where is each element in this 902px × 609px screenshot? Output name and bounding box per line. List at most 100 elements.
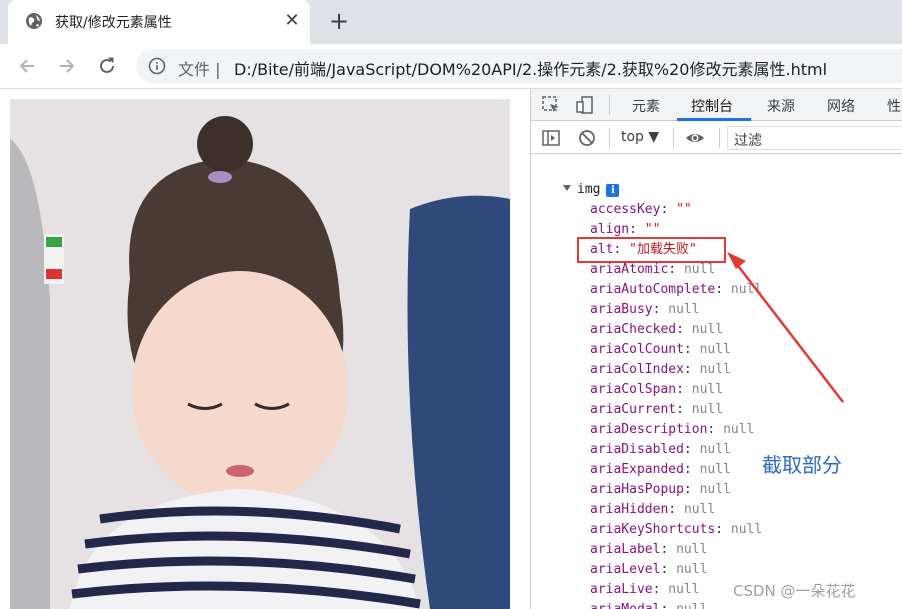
property-key: ariaDescription	[590, 422, 708, 437]
active-tab-indicator	[677, 118, 751, 121]
tab-sources[interactable]: 来源	[767, 96, 795, 116]
property-key: ariaAtomic	[590, 262, 669, 277]
device-toolbar-icon[interactable]	[575, 95, 595, 115]
property-row[interactable]: ariaModal: null	[590, 600, 707, 609]
property-value: null	[699, 482, 731, 497]
property-key: ariaKeyShortcuts	[590, 522, 716, 537]
tab-console[interactable]: 控制台	[691, 96, 733, 116]
url-text[interactable]: D:/Bite/前端/JavaScript/DOM%20API/2.操作元素/2…	[234, 56, 827, 80]
property-colon: :	[683, 462, 700, 477]
info-circle-icon[interactable]	[148, 57, 166, 75]
property-row[interactable]: ariaAutoComplete: null	[590, 280, 762, 300]
property-colon: :	[660, 542, 677, 557]
divider	[673, 128, 674, 148]
property-value: null	[676, 542, 708, 557]
property-row[interactable]: accessKey: ""	[590, 200, 692, 220]
devtools-tabbar: 元素 控制台 来源 网络 性	[531, 89, 902, 121]
filter-input[interactable]: 过滤	[727, 126, 902, 150]
property-value: null	[699, 362, 731, 377]
close-icon[interactable]: ✕	[282, 11, 302, 31]
property-colon: :	[660, 202, 677, 217]
eye-icon[interactable]	[685, 128, 705, 148]
plus-icon[interactable]: +	[326, 8, 352, 34]
property-key: ariaColCount	[590, 342, 684, 357]
property-colon: :	[683, 342, 700, 357]
globe-icon	[26, 13, 42, 29]
browser-tab[interactable]: 获取/修改元素属性 ✕	[8, 0, 310, 44]
forward-arrow-icon[interactable]	[56, 55, 78, 77]
inspect-element-icon[interactable]	[541, 95, 561, 115]
property-colon: :	[660, 562, 677, 577]
property-key: ariaColIndex	[590, 362, 684, 377]
tab-performance[interactable]: 性	[887, 96, 901, 116]
property-row[interactable]: ariaHasPopup: null	[590, 480, 731, 500]
property-row[interactable]: ariaColSpan: null	[590, 380, 723, 400]
property-value: null	[691, 322, 724, 337]
property-value: null	[691, 402, 724, 417]
property-row[interactable]: ariaLabel: null	[590, 540, 707, 560]
property-colon: :	[660, 602, 676, 609]
reload-icon[interactable]	[96, 55, 118, 77]
property-value: null	[699, 342, 731, 357]
sidebar-toggle-icon[interactable]	[541, 128, 561, 148]
property-row[interactable]: ariaAtomic: null	[590, 260, 715, 280]
property-colon: :	[683, 482, 700, 497]
property-row[interactable]: ariaBusy: null	[590, 300, 700, 320]
tab-network[interactable]: 网络	[827, 96, 855, 116]
divider	[609, 128, 610, 148]
property-key: ariaColSpan	[590, 382, 677, 397]
watermark: CSDN @一朵花花	[733, 582, 856, 600]
property-value: null	[668, 302, 700, 317]
tab-elements[interactable]: 元素	[632, 96, 660, 116]
console-output: img i accessKey: "" align: "" alt: "加载失败" ar…	[531, 155, 902, 609]
property-row[interactable]: ariaColCount: null	[590, 340, 731, 360]
address-bar[interactable]: 文件 | D:/Bite/前端/JavaScript/DOM%20API/2.操…	[136, 49, 902, 83]
property-row[interactable]: ariaDisabled: null	[590, 440, 731, 460]
tab-strip: 获取/修改元素属性 ✕ +	[0, 0, 902, 44]
property-value: ""	[676, 202, 692, 217]
tab-title: 获取/修改元素属性	[55, 15, 172, 31]
property-row[interactable]: ariaKeyShortcuts: null	[590, 520, 762, 540]
property-colon: :	[668, 262, 684, 277]
property-colon: :	[629, 222, 645, 237]
annotation-label: 截取部分	[762, 453, 842, 477]
property-row[interactable]: ariaChecked: null	[590, 320, 723, 340]
property-colon: :	[676, 402, 692, 417]
property-key: accessKey	[590, 202, 661, 217]
object-header[interactable]: img i	[563, 182, 620, 200]
expand-arrow-icon[interactable]	[563, 185, 571, 191]
property-row[interactable]: ariaExpanded: null	[590, 460, 731, 480]
filter-placeholder: 过滤	[734, 133, 762, 149]
property-key: align	[590, 222, 630, 237]
property-value: null	[676, 602, 707, 609]
property-key: ariaHasPopup	[590, 482, 684, 497]
divider	[609, 95, 610, 115]
property-row[interactable]: ariaCurrent: null	[590, 400, 723, 420]
property-row[interactable]: ariaLive: null	[590, 580, 700, 600]
property-row[interactable]: ariaColIndex: null	[590, 360, 731, 380]
clear-console-icon[interactable]	[577, 128, 597, 148]
devtools-panel: 元素 控制台 来源 网络 性 top ▼ 过滤 img i accessKey:…	[530, 89, 902, 609]
scheme-label: 文件 |	[178, 60, 221, 79]
property-key: ariaAutoComplete	[590, 282, 716, 297]
info-badge-icon[interactable]: i	[606, 184, 620, 197]
property-row[interactable]: ariaDescription: null	[590, 420, 754, 440]
property-key: ariaChecked	[590, 322, 677, 337]
context-selector[interactable]: top ▼	[621, 129, 659, 145]
property-row[interactable]: ariaHidden: null	[590, 500, 715, 520]
property-value: null	[691, 382, 724, 397]
property-value: ""	[644, 222, 661, 237]
property-colon: :	[683, 362, 700, 377]
property-value: null	[683, 262, 716, 277]
property-key: ariaDisabled	[590, 442, 684, 457]
property-key: ariaLabel	[590, 542, 661, 557]
property-key: ariaBusy	[590, 302, 653, 317]
property-key: ariaLive	[590, 582, 653, 597]
back-arrow-icon[interactable]	[16, 55, 38, 77]
property-key: ariaHidden	[590, 502, 669, 517]
property-row[interactable]: ariaLevel: null	[590, 560, 707, 580]
divider	[719, 128, 720, 148]
page-content	[0, 89, 530, 609]
property-colon: :	[715, 282, 731, 297]
property-key: ariaLevel	[590, 562, 661, 577]
